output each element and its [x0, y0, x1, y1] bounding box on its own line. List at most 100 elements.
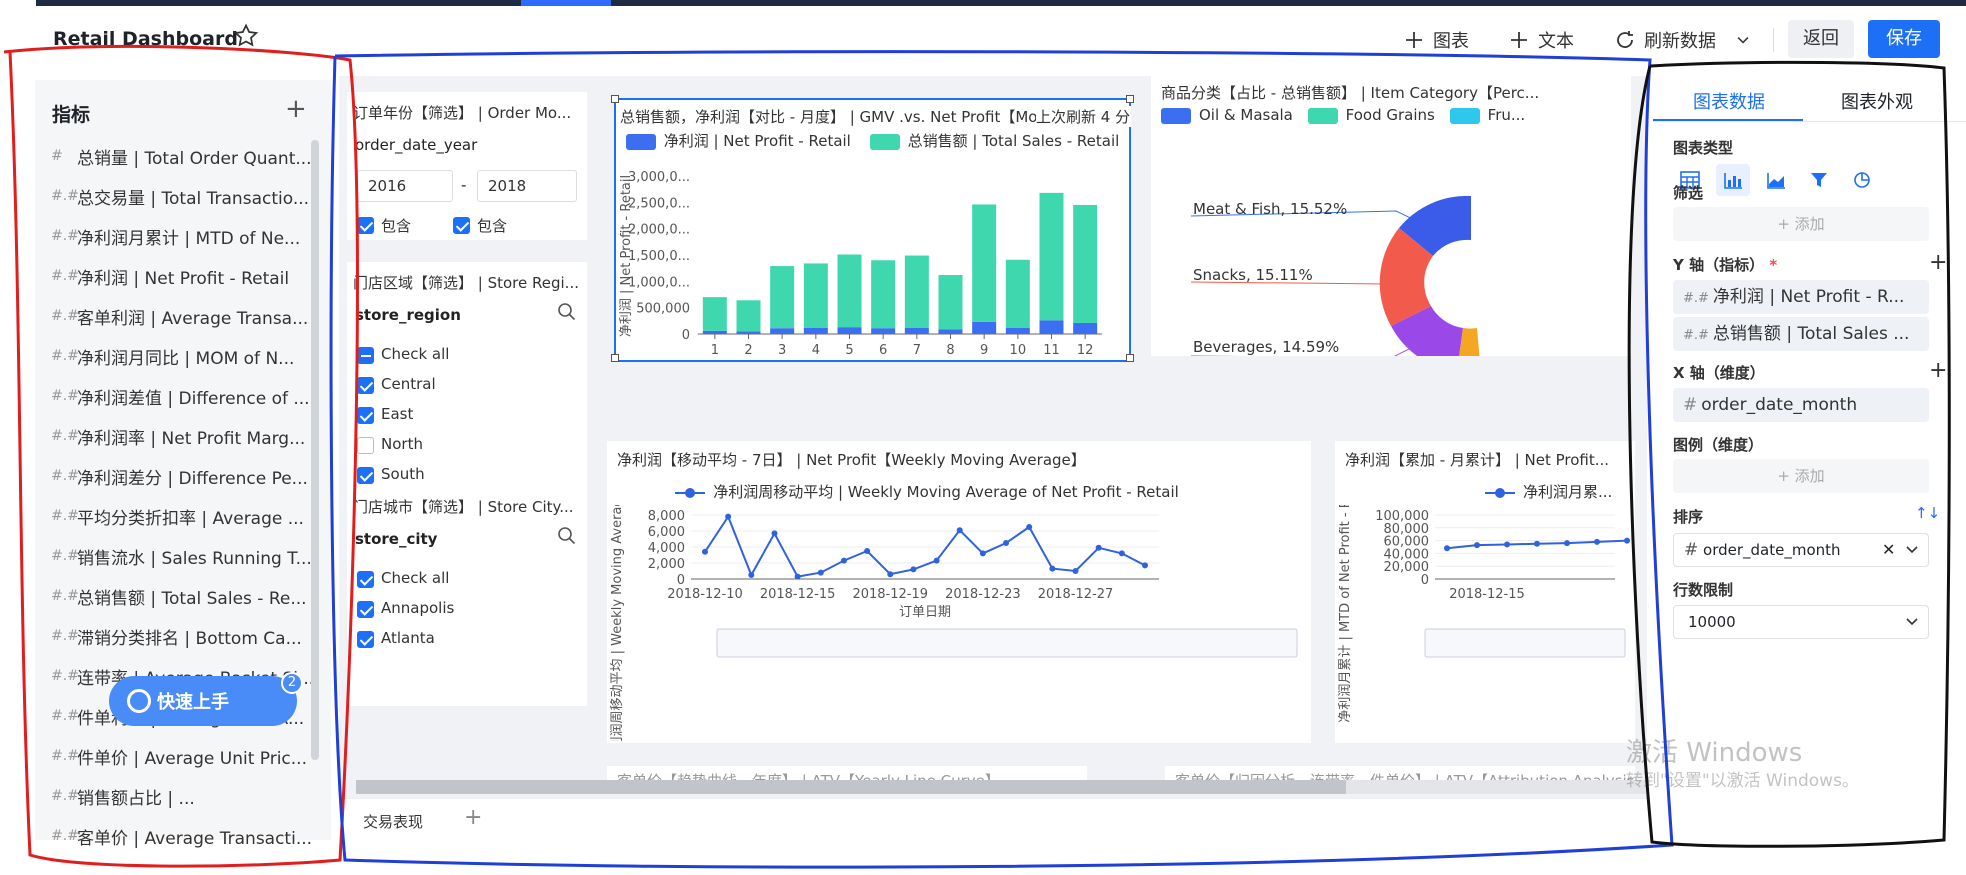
metric-icon: #.#: [1683, 291, 1709, 306]
row-limit-select[interactable]: 10000: [1673, 605, 1929, 639]
pie-chart-icon[interactable]: [1845, 164, 1879, 196]
resize-handle[interactable]: [611, 95, 619, 103]
add-text-button[interactable]: 文本: [1508, 27, 1574, 53]
resize-handle[interactable]: [1126, 354, 1134, 362]
horizontal-scrollbar[interactable]: [356, 780, 1646, 794]
star-icon[interactable]: [232, 22, 260, 50]
y-axis-label: 净利润周移动平均 | Weekly Moving Average of N...: [610, 505, 625, 741]
refresh-icon: [1617, 31, 1633, 48]
moving-average-card[interactable]: 净利润【移动平均 - 7日】 | Net Profit【Weekly Movin…: [607, 441, 1311, 743]
include-from-checkbox[interactable]: [357, 217, 374, 234]
category-share-card[interactable]: 商品分类【占比 - 总销售额】 | Item Category【Perc... …: [1151, 76, 1631, 356]
x-tick-label: 5: [845, 343, 853, 358]
checkbox[interactable]: [357, 407, 374, 424]
resize-handle[interactable]: [611, 354, 619, 362]
chevron-down-icon[interactable]: [1906, 545, 1918, 555]
x-field[interactable]: # order_date_month: [1673, 388, 1929, 422]
checkbox[interactable]: [357, 571, 374, 588]
checkbox[interactable]: [357, 467, 374, 484]
metric-item[interactable]: #.# 平均分类折扣率 | Average ...: [51, 503, 319, 529]
metric-item[interactable]: #.# 净利润差分 | Difference Pe...: [51, 463, 319, 489]
scrollbar[interactable]: [311, 140, 319, 760]
metric-item[interactable]: #.# 总交易量 | Total Transactio...: [51, 183, 319, 209]
divider: [1773, 28, 1774, 52]
metric-item[interactable]: #.# 净利润 | Net Profit - Retail: [51, 263, 319, 289]
y-tick-label: 8,000: [648, 509, 685, 524]
header: Retail Dashboard 图表 文本 刷新数据 返回 保存: [0, 6, 1966, 76]
checkbox[interactable]: [357, 377, 374, 394]
metric-icon: #.#: [1683, 328, 1709, 343]
y-tick-label: 4,000: [648, 541, 685, 556]
city-filter-card[interactable]: 门店城市【筛选】 | Store City... store_city Chec…: [347, 486, 587, 706]
metric-icon: #: [51, 148, 63, 164]
add-x-field-button[interactable]: +: [1929, 358, 1947, 383]
back-button[interactable]: 返回: [1788, 20, 1854, 58]
checkbox[interactable]: [357, 601, 374, 618]
checkbox[interactable]: [357, 631, 374, 648]
metric-item[interactable]: #.# 滞销分类排名 | Bottom Ca...: [51, 623, 319, 649]
data-point: [910, 566, 917, 573]
add-legend-button[interactable]: + 添加: [1673, 459, 1929, 493]
include-to-checkbox[interactable]: [453, 217, 470, 234]
bar-chart-icon[interactable]: [1716, 164, 1750, 196]
add-chart-button[interactable]: 图表: [1403, 27, 1469, 53]
legend-label: 净利润月累...: [1523, 483, 1613, 501]
region-filter-card[interactable]: 门店区域【筛选】 | Store Regi... store_region Ch…: [347, 262, 587, 522]
year-filter-card[interactable]: 订单年份【筛选】 | Order Mo... order_date_year 2…: [347, 92, 587, 240]
year-from-input[interactable]: 2016: [357, 170, 453, 202]
resize-handle[interactable]: [1126, 95, 1134, 103]
year-to-input[interactable]: 2018: [477, 170, 577, 202]
bar-total-sales: [1005, 259, 1030, 328]
bar-net-profit: [1005, 327, 1030, 334]
checkbox-label: South: [381, 465, 425, 483]
sort-field-select[interactable]: # order_date_month ✕: [1673, 533, 1929, 567]
checkbox[interactable]: [357, 437, 374, 454]
metric-item[interactable]: #.# 净利润月累计 | MTD of Ne...: [51, 223, 319, 249]
metric-item[interactable]: #.# 件单价 | Average Unit Pric...: [51, 743, 319, 769]
checkbox-label: Check all: [381, 345, 450, 363]
save-button[interactable]: 保存: [1868, 20, 1940, 58]
y-field-net-profit[interactable]: #.# 净利润 | Net Profit - R...: [1673, 280, 1929, 314]
add-metric-button[interactable]: +: [285, 94, 307, 124]
quick-start-button[interactable]: 快速上手: [109, 676, 297, 726]
metric-item[interactable]: #.# 净利润率 | Net Profit Marg...: [51, 423, 319, 449]
chevron-down-icon[interactable]: [1906, 617, 1918, 627]
close-icon[interactable]: ✕: [1882, 534, 1895, 566]
add-y-field-button[interactable]: +: [1929, 250, 1947, 275]
add-tab-button[interactable]: +: [464, 805, 482, 830]
metric-item[interactable]: # 总销量 | Total Order Quant...: [51, 143, 319, 169]
monthly-comparison-card[interactable]: 总销售额，净利润【对比 - 月度】 | GMV .vs. Net Profit【…: [611, 95, 1134, 362]
sort-direction-icon[interactable]: ↑↓: [1915, 504, 1940, 522]
search-icon[interactable]: [557, 526, 577, 546]
data-point: [933, 557, 940, 564]
tab-trade-performance[interactable]: 交易表现: [363, 811, 423, 832]
metric-item[interactable]: #.# 销售额占比 | ...: [51, 783, 319, 809]
metric-icon: #.#: [51, 508, 79, 524]
bar-net-profit: [770, 328, 795, 334]
add-filter-button[interactable]: + 添加: [1673, 207, 1929, 241]
x-tick-label: 11: [1043, 343, 1060, 358]
zoom-slider: [1424, 628, 1626, 658]
pie-label: Meat & Fish, 15.52%: [1193, 200, 1348, 218]
refresh-data-button[interactable]: 刷新数据: [1614, 27, 1752, 53]
metric-item[interactable]: #.# 客单价 | Average Transacti...: [51, 823, 319, 849]
metric-item[interactable]: #.# 销售流水 | Sales Running T...: [51, 543, 319, 569]
chevron-down-icon[interactable]: [1734, 29, 1752, 51]
checkbox[interactable]: [357, 347, 374, 364]
metric-item[interactable]: #.# 总销售额 | Total Sales - Re...: [51, 583, 319, 609]
add-label: 添加: [1794, 215, 1825, 233]
tab-chart-data[interactable]: 图表数据: [1693, 88, 1765, 114]
data-point: [979, 550, 986, 557]
funnel-icon[interactable]: [1802, 164, 1836, 196]
y-field-total-sales[interactable]: #.# 总销售额 | Total Sales ...: [1673, 317, 1929, 351]
chart-legend: 净利润 | Net Profit - Retail 总销售额 | Total S…: [616, 130, 1129, 151]
search-icon[interactable]: [557, 302, 577, 322]
mtd-card[interactable]: 净利润【累加 - 月累计】 | Net Profit... 净利润月累... 0…: [1335, 441, 1635, 743]
field-label: order_date_month: [1701, 395, 1858, 415]
scrollbar-thumb[interactable]: [356, 780, 1346, 794]
area-chart-icon[interactable]: [1759, 164, 1793, 196]
tab-chart-style[interactable]: 图表外观: [1841, 88, 1913, 114]
metric-item[interactable]: #.# 净利润差值 | Difference of ...: [51, 383, 319, 409]
metric-item[interactable]: #.# 客单利润 | Average Transa...: [51, 303, 319, 329]
metric-item[interactable]: #.# 净利润月同比 | MOM of N...: [51, 343, 319, 369]
